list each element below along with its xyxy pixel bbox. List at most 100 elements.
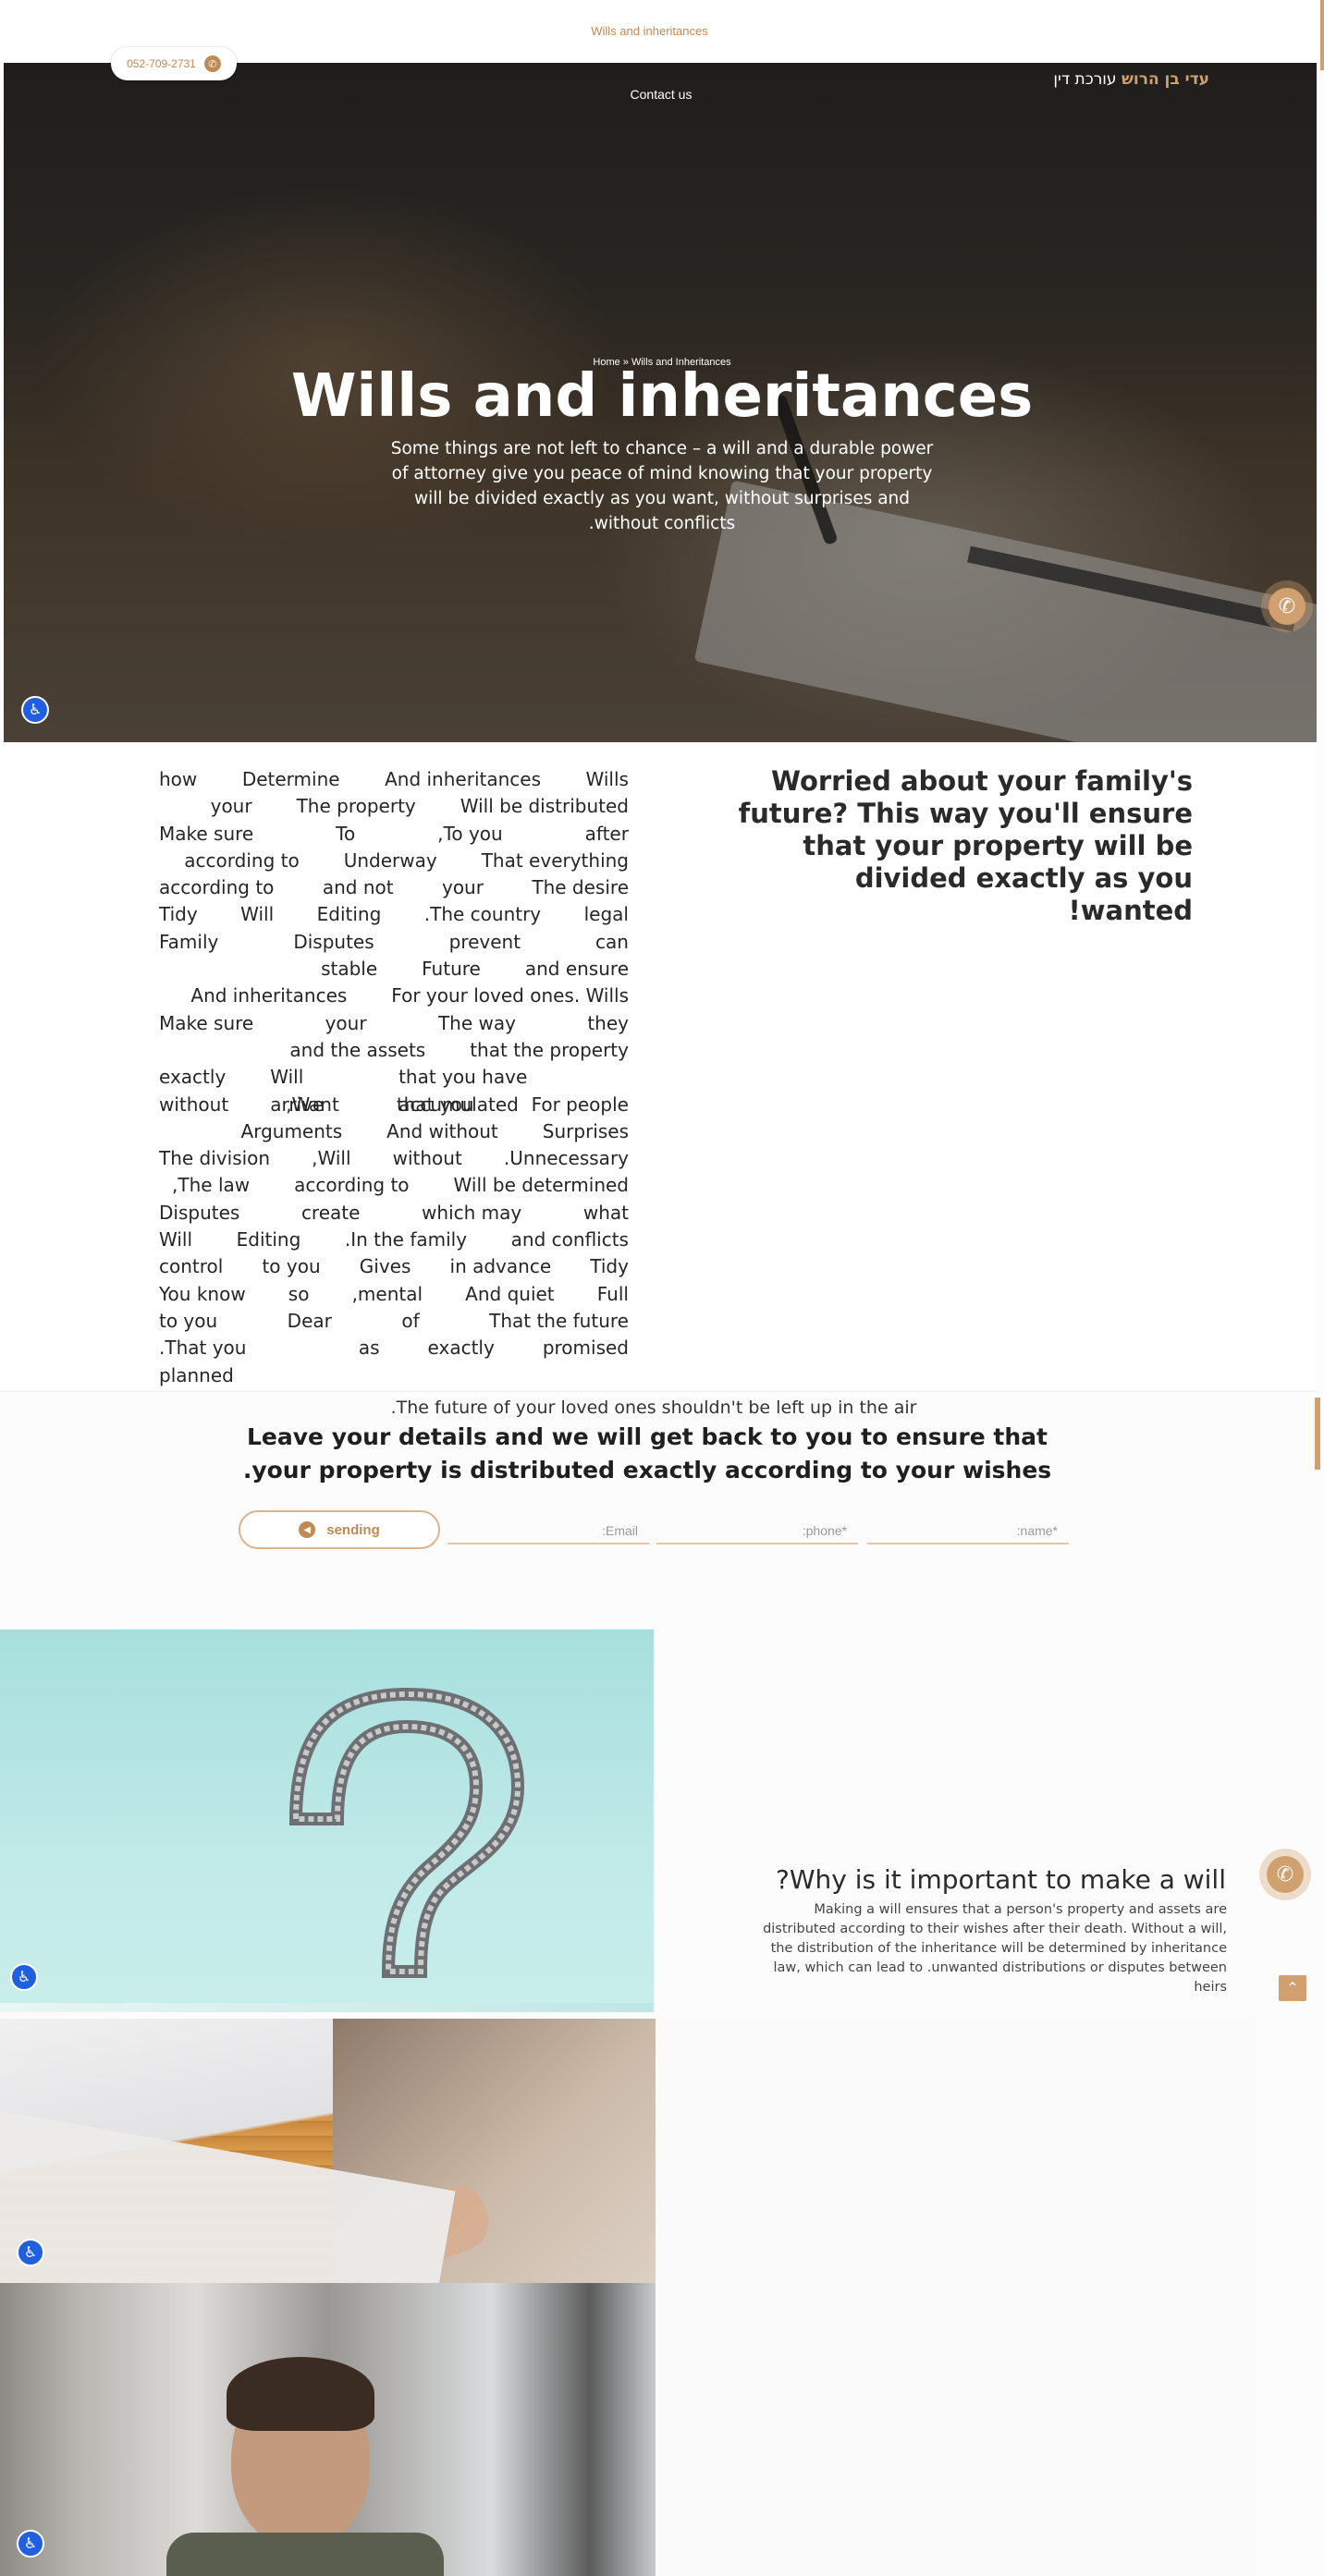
intro-word: The desire — [532, 876, 629, 899]
intro-word: .That you planned — [159, 1337, 247, 1386]
intro-word: your — [210, 795, 252, 818]
nav-contact-us[interactable]: Contact us — [555, 87, 767, 102]
intro-word: after — [584, 822, 629, 845]
intro-word: Editing — [236, 1228, 301, 1251]
header-phone-button[interactable]: 052-709-2731 ✆ — [111, 47, 237, 80]
floating-call-button[interactable]: ✆ — [1261, 580, 1313, 632]
intro-word: exactly — [427, 1337, 495, 1360]
intro-word: that you have accumulated — [398, 1066, 528, 1116]
intro-word: so — [288, 1282, 310, 1305]
intro-word: in advance — [449, 1255, 552, 1278]
intro-word: For your loved ones. Wills — [391, 984, 629, 1007]
intro-word: Tidy — [159, 903, 198, 926]
intro-word: which may — [422, 1201, 522, 1224]
intro-body-line: exactly Will arrive that you have accumula… — [159, 1064, 629, 1116]
intro-word: Surprises — [542, 1119, 629, 1142]
phone-field[interactable]: :phone* — [656, 1519, 858, 1544]
intro-word: To — [336, 822, 356, 845]
intro-body-line: The division ,Will without .Unnecessary — [159, 1145, 629, 1172]
intro-word: control — [159, 1255, 224, 1278]
intro-word: ,mental — [351, 1282, 423, 1305]
accessibility-icon: ♿ — [23, 2245, 38, 2261]
intro-word: stable — [321, 958, 378, 981]
intro-body-line: You know so ,mental And quiet Full — [159, 1281, 629, 1308]
intro-word: Make sure — [159, 822, 254, 845]
intro-body-line: according to and not your The desire — [159, 874, 629, 901]
intro-word: The way — [437, 1011, 516, 1034]
worried-man-photo — [0, 2283, 656, 2576]
name-field[interactable]: :name* — [867, 1519, 1069, 1544]
accessibility-button[interactable]: ♿ — [21, 696, 49, 724]
intro-body-line: And inheritances For your loved ones. Wil… — [159, 983, 629, 1009]
question-mark-image — [0, 1630, 654, 2012]
submit-button[interactable]: ◀ sending — [239, 1510, 440, 1549]
intro-word: that you — [396, 1093, 474, 1116]
floating-call-button[interactable]: ✆ — [1259, 1849, 1311, 1900]
scroll-indicator — [1315, 1398, 1320, 1470]
intro-word: .The country — [423, 903, 542, 926]
form-subtitle: .The future of your loved ones shouldn't… — [390, 1398, 917, 1418]
logo-title: עורכת דין — [1053, 70, 1117, 89]
phone-icon: ✆ — [203, 55, 221, 72]
content-panel — [656, 2018, 1257, 2576]
email-field[interactable]: :Email — [447, 1519, 649, 1544]
intro-word: That everything — [481, 848, 629, 872]
image-strip — [0, 2003, 654, 2012]
intro-body-line: stable Future and ensure — [159, 956, 629, 983]
intro-word: And inheritances — [385, 768, 541, 790]
intro-word: ,To you — [437, 822, 503, 845]
intro-word: and not — [322, 876, 394, 899]
intro-word: according to — [159, 876, 275, 899]
photo-body — [166, 2533, 444, 2576]
intro-word: according to — [184, 848, 300, 872]
phone-icon: ✆ — [1269, 588, 1306, 625]
intro-body: how Determine And inheritances Wills your The… — [159, 766, 629, 1386]
why-title: ?Why is it important to make a will — [775, 1864, 1226, 1895]
phone-icon: ✆ — [1267, 1856, 1304, 1893]
intro-word: And quiet — [465, 1282, 555, 1305]
logo-name: עדי בן הרוש — [1121, 70, 1209, 89]
intro-word: Will be distributed — [460, 795, 629, 818]
logo-mark-icon — [1161, 57, 1185, 65]
intro-word: Family — [159, 930, 219, 953]
accessibility-button[interactable]: ♿ — [17, 2530, 44, 2558]
intro-word: .In the family — [344, 1228, 468, 1251]
intro-word: without — [159, 1093, 229, 1116]
site-logo[interactable]: עדי בן הרוש עורכת דין — [1053, 70, 1209, 89]
scroll-top-button[interactable]: ⌃ — [1279, 1975, 1306, 2001]
intro-body-line: Tidy Will Editing .The country legal — [159, 901, 629, 928]
intro-word: Full — [596, 1282, 629, 1305]
accessibility-button[interactable]: ♿ — [10, 1963, 38, 1991]
intro-word: Make sure — [159, 1011, 254, 1034]
header-phone-number: 052-709-2731 — [127, 57, 196, 70]
form-title: Leave your details and we will get back … — [242, 1423, 1052, 1483]
intro-word: Future — [422, 958, 481, 981]
intro-body-line: your The property Will be distributed — [159, 793, 629, 820]
intro-word: as — [358, 1337, 380, 1360]
intro-body-line: to you Dear of That the future — [159, 1308, 629, 1335]
intro-word: Will — [240, 903, 275, 926]
intro-word: to you — [159, 1309, 218, 1332]
intro-word: without — [392, 1147, 462, 1170]
intro-word: Disputes — [159, 1201, 240, 1224]
intro-body-line: Will Editing .In the family and conflicts — [159, 1227, 629, 1253]
intro-word: Underway — [343, 848, 437, 872]
intro-word: Gives — [359, 1255, 411, 1278]
intro-word: ,The law — [172, 1174, 251, 1197]
top-nav-link[interactable]: Wills and inheritances — [0, 24, 1299, 38]
chevron-up-icon: ⌃ — [1286, 1981, 1299, 1996]
intro-body-line: without ,Want that you For people — [159, 1092, 629, 1118]
intro-word: your — [441, 876, 484, 899]
question-mark-icon — [288, 1687, 525, 1978]
intro-word: Tidy — [590, 1255, 629, 1278]
hero-description: Some things are not left to chance – a w… — [390, 439, 934, 533]
why-text: Making a will ensures that a person's pr… — [763, 1902, 1227, 1995]
accessibility-icon: ♿ — [23, 2536, 38, 2552]
intro-body-line: Disputes create which may what — [159, 1200, 629, 1227]
intro-word: You know — [159, 1282, 246, 1305]
intro-word: Will be determined — [453, 1174, 629, 1197]
accessibility-button[interactable]: ♿ — [17, 2239, 44, 2266]
intro-word: that the property — [470, 1038, 629, 1061]
intro-body-line: according to Underway That everything — [159, 848, 629, 874]
send-arrow-icon: ◀ — [299, 1521, 316, 1538]
